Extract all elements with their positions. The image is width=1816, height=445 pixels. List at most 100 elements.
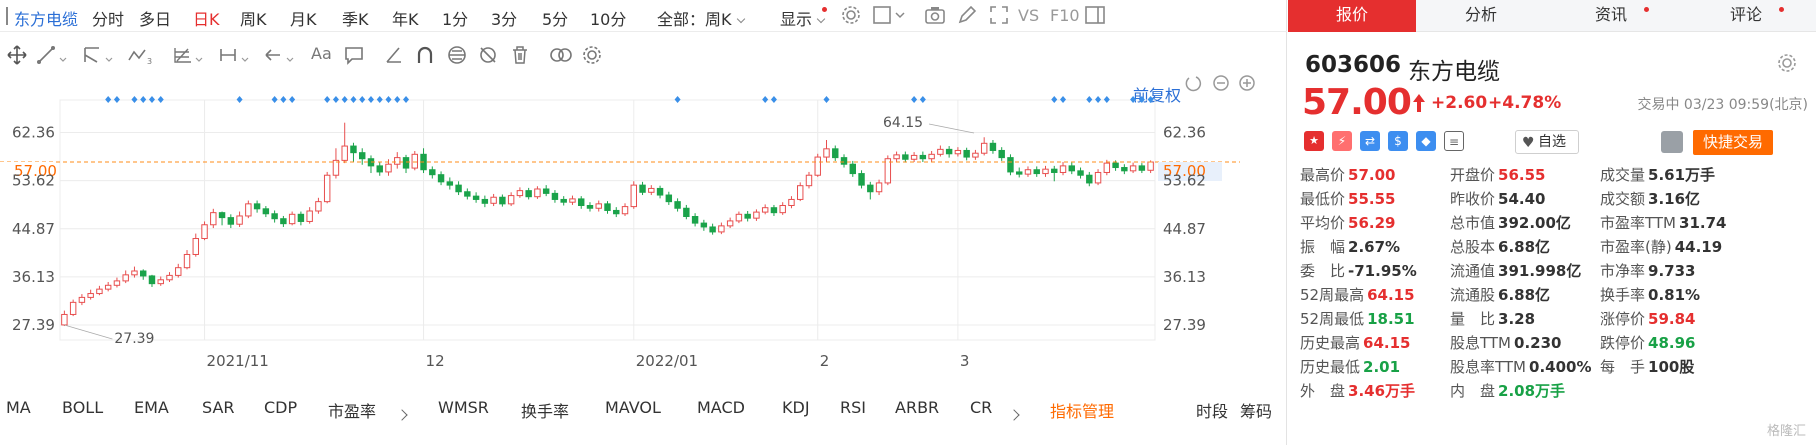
event-marker bbox=[1060, 96, 1067, 103]
indicator-arbr[interactable]: ARBR bbox=[895, 398, 939, 417]
candle bbox=[542, 185, 550, 197]
candle bbox=[735, 211, 743, 224]
stat-item: 历史最低 2.01 bbox=[1300, 356, 1400, 377]
indicator-wmsr[interactable]: WMSR bbox=[438, 398, 489, 417]
stat-item: 最高价 57.00 bbox=[1300, 164, 1395, 185]
stat-item: 换手率 0.81% bbox=[1600, 284, 1700, 305]
candle bbox=[1042, 165, 1049, 177]
stat-value: 3.28 bbox=[1498, 310, 1536, 328]
stat-label: 总市值 bbox=[1450, 214, 1496, 232]
hot-icon[interactable]: ⚡ bbox=[1332, 131, 1352, 151]
stat-item: 量 比 3.28 bbox=[1450, 308, 1535, 329]
y-tick-label-left: 27.39 bbox=[12, 316, 55, 334]
indicator-scroll-right[interactable] bbox=[396, 404, 408, 423]
candle bbox=[665, 191, 673, 205]
shuffle-icon[interactable]: ⇄ bbox=[1360, 131, 1380, 151]
indicator-kdj[interactable]: KDJ bbox=[782, 398, 810, 417]
stat-label: 市盈率TTM bbox=[1600, 214, 1677, 232]
tab-chips[interactable]: 筹码 bbox=[1240, 398, 1272, 422]
y-tick-label-left: 36.13 bbox=[12, 268, 55, 286]
add-watchlist-button[interactable]: ♥ 自选 bbox=[1515, 130, 1579, 154]
candle bbox=[840, 154, 848, 168]
candle bbox=[551, 190, 559, 203]
y-tick-label-right: 36.13 bbox=[1163, 268, 1206, 286]
y-tick-label-left: 62.36 bbox=[12, 124, 55, 142]
event-marker bbox=[350, 96, 357, 103]
stat-label: 市盈率(静) bbox=[1600, 238, 1672, 256]
indicator-ema[interactable]: EMA bbox=[134, 398, 169, 417]
candle bbox=[429, 166, 436, 179]
candle bbox=[534, 186, 541, 199]
stat-value: 48.96 bbox=[1648, 334, 1696, 352]
candle bbox=[218, 211, 226, 226]
indicator-pe[interactable]: 市盈率 bbox=[328, 398, 376, 422]
indicator-scroll-right-2[interactable] bbox=[1008, 404, 1020, 423]
chevron-right-icon bbox=[1008, 409, 1020, 421]
event-marker bbox=[770, 96, 777, 103]
stat-item: 市盈率(静) 44.19 bbox=[1600, 236, 1722, 257]
event-marker bbox=[911, 96, 918, 103]
stat-item: 总市值 392.00亿 bbox=[1450, 212, 1571, 233]
stat-item: 52周最高 64.15 bbox=[1300, 284, 1415, 305]
tab-quote[interactable]: 报价 bbox=[1288, 0, 1416, 32]
candle bbox=[630, 181, 637, 209]
candle bbox=[490, 193, 497, 207]
candle bbox=[69, 299, 77, 317]
candle bbox=[192, 233, 199, 257]
candle bbox=[1051, 165, 1058, 182]
heart-icon: ♥ bbox=[1522, 135, 1535, 151]
event-marker bbox=[823, 96, 830, 103]
event-marker bbox=[367, 96, 374, 103]
indicator-cr[interactable]: CR bbox=[970, 398, 992, 417]
candle bbox=[236, 211, 243, 227]
candle bbox=[367, 155, 375, 174]
indicator-mavol[interactable]: MAVOL bbox=[605, 398, 661, 417]
gear-icon[interactable] bbox=[1776, 52, 1798, 74]
indicator-rsi[interactable]: RSI bbox=[840, 398, 866, 417]
stat-label: 历史最低 bbox=[1300, 358, 1361, 376]
indicator-manage-button[interactable]: 指标管理 bbox=[1050, 398, 1114, 422]
candle bbox=[753, 209, 760, 221]
quick-trade-button[interactable]: 快捷交易 bbox=[1693, 130, 1773, 155]
stat-label: 成交量 bbox=[1600, 166, 1646, 184]
indicator-turnover[interactable]: 换手率 bbox=[521, 398, 569, 422]
candle bbox=[61, 310, 68, 327]
stat-label: 平均价 bbox=[1300, 214, 1346, 232]
candle bbox=[297, 211, 305, 226]
candle bbox=[87, 289, 94, 300]
tag-icon[interactable]: ◆ bbox=[1416, 131, 1436, 151]
tab-news[interactable]: 资讯 bbox=[1546, 0, 1676, 32]
indicator-cdp[interactable]: CDP bbox=[264, 398, 297, 417]
candlestick-chart[interactable]: 57.00 57.00 62.36 62.3653.62 53.6244.87 44.… bbox=[0, 0, 1287, 396]
tab-time-range[interactable]: 时段 bbox=[1196, 398, 1228, 422]
candle bbox=[104, 281, 112, 292]
candle bbox=[674, 198, 681, 212]
candle bbox=[989, 140, 997, 154]
stat-value: 391.998亿 bbox=[1498, 262, 1582, 280]
tab-analysis[interactable]: 分析 bbox=[1416, 0, 1546, 32]
stat-value: -71.95% bbox=[1348, 262, 1417, 280]
candle bbox=[761, 204, 769, 215]
stat-item: 振 幅 2.67% bbox=[1300, 236, 1400, 257]
high-annotation: 64.15 bbox=[883, 115, 923, 131]
indicator-macd[interactable]: MACD bbox=[697, 398, 745, 417]
stat-label: 总股本 bbox=[1450, 238, 1496, 256]
candle bbox=[972, 149, 979, 160]
stat-label: 流通股 bbox=[1450, 286, 1496, 304]
indicator-boll[interactable]: BOLL bbox=[62, 398, 103, 417]
bell-icon[interactable] bbox=[1661, 131, 1683, 153]
stat-label: 历史最高 bbox=[1300, 334, 1361, 352]
candle bbox=[271, 210, 278, 223]
candle bbox=[227, 214, 235, 229]
candle bbox=[253, 200, 261, 213]
event-marker bbox=[674, 96, 681, 103]
dollar-icon[interactable]: $ bbox=[1388, 131, 1408, 151]
tab-comments[interactable]: 评论 bbox=[1676, 0, 1816, 32]
indicator-sar[interactable]: SAR bbox=[202, 398, 235, 417]
chevron-right-icon bbox=[396, 409, 408, 421]
event-marker bbox=[1130, 96, 1137, 103]
candle bbox=[376, 162, 383, 176]
note-icon[interactable]: ≡ bbox=[1444, 131, 1464, 151]
indicator-ma[interactable]: MA bbox=[6, 398, 31, 417]
y-tick-label-right: 62.36 bbox=[1163, 124, 1206, 142]
